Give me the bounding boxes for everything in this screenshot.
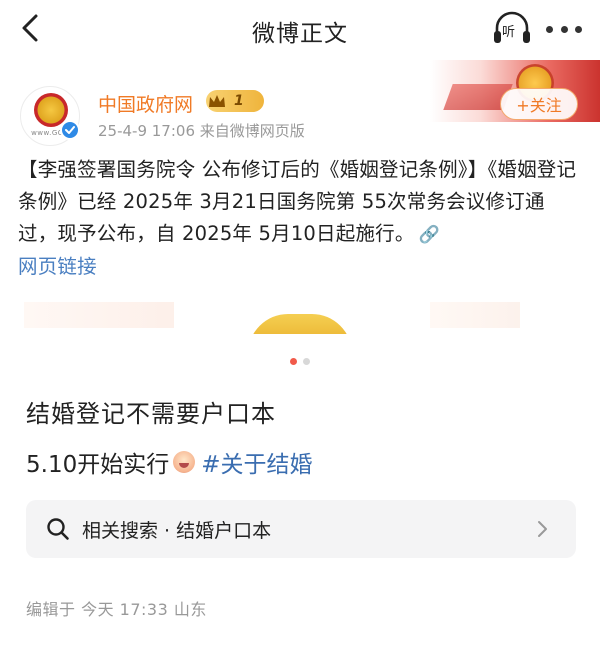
verified-badge-icon: [60, 120, 80, 140]
more-options-button[interactable]: [542, 14, 586, 44]
article-subtitle: 5.10开始实行 #关于结婚: [26, 445, 313, 479]
carousel-image: [430, 302, 520, 328]
author-name[interactable]: 中国政府网: [98, 90, 193, 117]
media-carousel[interactable]: [0, 298, 600, 334]
link-icon: 🔗: [418, 225, 440, 245]
web-link[interactable]: 网页链接: [18, 255, 97, 278]
listen-label: 听: [502, 25, 516, 40]
edit-info: 编辑于 今天 17:33 山东: [26, 600, 207, 619]
surprised-face-icon: [173, 451, 196, 473]
carousel-dot-active: [290, 358, 297, 365]
member-level-badge[interactable]: 1: [206, 90, 264, 112]
post-meta: 25-4-9 17:06 来自微博网页版: [98, 122, 305, 140]
related-search-bar[interactable]: 相关搜索 · 结婚户口本: [26, 500, 576, 558]
carousel-image-emblem: [248, 314, 352, 334]
post-content: 【李强签署国务院令 公布修订后的《婚姻登记条例》】《婚姻登记条例》已经 2025…: [18, 154, 584, 283]
hashtag-link[interactable]: #关于结婚: [201, 445, 312, 479]
more-dot-icon: [575, 25, 582, 33]
post-body-text: 【李强签署国务院令 公布修订后的《婚姻登记条例》】《婚姻登记条例》已经 2025…: [18, 158, 577, 245]
article-title: 结婚登记不需要户口本: [26, 400, 276, 428]
search-icon: [47, 518, 69, 540]
article-subtitle-text: 5.10开始实行: [26, 452, 170, 478]
more-dot-icon: [560, 25, 568, 33]
member-level: 1: [234, 93, 244, 109]
more-dot-icon: [546, 25, 553, 33]
carousel-dot: [303, 358, 310, 365]
top-nav-bar: 微博正文 听: [0, 0, 600, 56]
follow-button[interactable]: +关注: [500, 88, 578, 120]
carousel-indicator: [0, 358, 600, 365]
carousel-image: [24, 302, 174, 328]
related-search-text: 相关搜索 · 结婚户口本: [82, 519, 272, 542]
crown-icon: [206, 90, 228, 112]
chevron-right-icon: [538, 521, 547, 537]
listen-button[interactable]: 听: [492, 10, 532, 48]
